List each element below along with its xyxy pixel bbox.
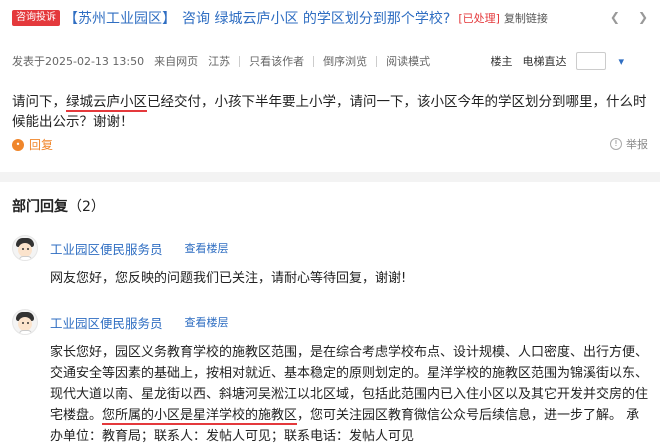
reverse-order-link[interactable]: 倒序浏览 [323,53,367,69]
forum-section-link[interactable]: 【苏州工业园区】 [64,8,176,28]
post-meta-row: 发表于2025-02-13 13:50 来自网页 江苏 只看该作者 倒序浏览 阅… [12,52,652,70]
post-location: 江苏 [208,55,231,68]
dept-title: 部门回复 [12,199,68,215]
avatar[interactable] [12,309,38,335]
reply-body: 网友您好，您反映的问题我们已关注，请耐心等待回复，谢谢! [50,271,407,286]
status-badge: [已处理] [458,12,500,25]
view-floor-link[interactable]: 查看楼层 [185,240,229,256]
divider [376,55,378,67]
post-time: 发表于2025-02-13 13:50 [12,55,145,68]
question-text-start: 请问下， [12,94,66,110]
post-source: 来自网页 [154,55,199,68]
highlighted-answer: 您所属的小区是星洋学校的施教区 [102,408,298,425]
elevator-label: 电梯直达 [522,55,567,68]
chevron-left-icon[interactable]: ❮ [610,10,620,24]
category-tag[interactable]: 咨询投诉 [12,10,60,26]
report-label: 举报 [626,138,648,151]
question-body: 请问下，绿城云庐小区已经交付，小孩下半年要上小学，请问一下，该小区今年的学区划分… [12,92,652,132]
author-only-link[interactable]: 只看该作者 [249,53,304,69]
read-mode-link[interactable]: 阅读模式 [386,53,430,69]
divider [239,55,241,67]
reply-author[interactable]: 工业园区便民服务员 [50,239,163,258]
chevron-right-icon[interactable]: ❯ [638,10,648,24]
dept-replies-heading: 部门回复（2） [12,196,105,216]
reply-author[interactable]: 工业园区便民服务员 [50,313,163,332]
thread-nav: ❮ ❯ [610,10,648,24]
report-icon: ! [610,138,622,150]
floor-tools: 楼主 电梯直达 ▾ [490,52,624,70]
divider [313,55,315,67]
thread-title: 咨询 绿城云庐小区 的学区划分到那个学校? [182,11,451,27]
reply-label: 回复 [29,138,54,152]
reply-header: 工业园区便民服务员 查看楼层 [12,234,652,262]
reply-header: 工业园区便民服务员 查看楼层 [12,308,652,336]
section-divider [0,172,660,182]
view-floor-link[interactable]: 查看楼层 [185,314,229,330]
owner-label: 楼主 [490,55,513,68]
floor-jump-input[interactable] [576,52,607,70]
reply-body: 家长您好，园区义务教育学校的施教区范围，是在综合考虑学校布点、设计规模、人口密度… [50,342,652,446]
reply-item: 工业园区便民服务员 查看楼层 网友您好，您反映的问题我们已关注，请耐心等待回复，… [12,234,652,289]
reply-icon: • [12,138,24,151]
highlighted-community: 绿城云庐小区 [66,94,147,112]
reply-button[interactable]: • 回复 [12,136,652,153]
question-actions: • 回复 ! 举报 [12,136,652,152]
thread-title-row: 咨询投诉 【苏州工业园区】 咨询 绿城云庐小区 的学区划分到那个学校? [已处理… [12,8,652,28]
dept-reply-count: （2） [68,199,105,215]
chevron-down-icon[interactable]: ▾ [618,55,624,68]
reply-item: 工业园区便民服务员 查看楼层 家长您好，园区义务教育学校的施教区范围，是在综合考… [12,308,652,446]
copy-link-button[interactable]: 复制链接 [504,10,548,26]
report-button[interactable]: ! 举报 [610,136,648,152]
avatar[interactable] [12,235,38,261]
